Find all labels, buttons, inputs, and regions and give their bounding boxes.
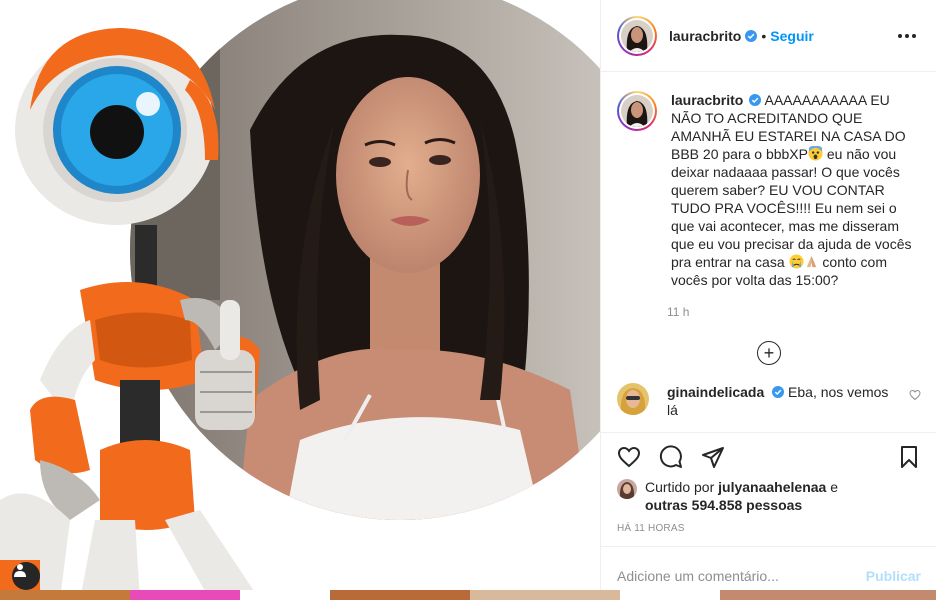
comment-icon[interactable] [659, 444, 683, 469]
verified-badge-icon [749, 94, 762, 106]
liker-username[interactable]: julyanaahelenaa [718, 479, 826, 495]
verified-badge-icon [772, 386, 785, 398]
likes-prefix: Curtido por [645, 479, 715, 495]
praying-hands-emoji-icon [806, 255, 816, 268]
crying-emoji-icon [788, 254, 804, 269]
post-header: lauracbrito • Seguir [601, 0, 936, 72]
likes-count-link[interactable]: outras 594.858 pessoas [645, 497, 802, 513]
comment-text-block: ginaindelicada Eba, nos vemos lá [667, 383, 897, 419]
bookmark-icon[interactable] [897, 445, 921, 469]
author-username[interactable]: lauracbrito [669, 28, 741, 44]
post-image[interactable] [0, 0, 600, 600]
paper-plane-icon[interactable] [701, 445, 725, 469]
post-photo-illustration [0, 0, 600, 600]
commenter-username[interactable]: ginaindelicada [667, 384, 764, 400]
post-actions [601, 432, 936, 480]
caption-avatar-image [621, 95, 653, 127]
caption-timestamp[interactable]: 11 h [667, 305, 936, 319]
separator-dot: • [761, 27, 767, 44]
comments-list[interactable]: lauracbrito AAAAAAAAAAA EU NÃO TO ACREDI… [601, 73, 936, 431]
commenter-avatar[interactable] [617, 383, 649, 415]
caption-body-2: eu não vou deixar nadaaaa passar! O que … [671, 146, 912, 270]
post-caption: lauracbrito AAAAAAAAAAA EU NÃO TO ACREDI… [601, 73, 936, 289]
verified-badge-icon [745, 29, 758, 42]
author-avatar[interactable] [617, 15, 657, 56]
commenter-avatar-image [617, 383, 649, 415]
more-options-icon[interactable] [894, 30, 920, 42]
load-more-comments[interactable]: + [601, 341, 936, 365]
post-time-ago[interactable]: HÁ 11 HORAS [617, 523, 685, 534]
caption-username[interactable]: lauracbrito [671, 92, 743, 108]
likes-joiner: e [830, 479, 839, 495]
add-comment-bar: Publicar [601, 546, 936, 600]
user-tag-button[interactable] [12, 562, 40, 590]
caption-text: lauracbrito AAAAAAAAAAA EU NÃO TO ACREDI… [671, 91, 913, 289]
comment-like-heart-icon[interactable] [909, 389, 921, 401]
likes-text: Curtido por julyanaahelenaa e outras 594… [645, 478, 838, 514]
heart-icon[interactable] [617, 445, 641, 469]
comment-item: ginaindelicada Eba, nos vemos lá [601, 365, 936, 419]
likes-summary: Curtido por julyanaahelenaa e outras 594… [617, 478, 917, 514]
comment-input[interactable] [617, 567, 866, 584]
liker-avatar[interactable] [617, 479, 637, 499]
liker-avatar-image [617, 479, 637, 499]
scream-emoji-icon [808, 146, 823, 161]
follow-button[interactable]: Seguir [770, 28, 814, 44]
user-tag-icon [14, 564, 26, 577]
author-avatar-image [621, 19, 653, 52]
instagram-post-modal: lauracbrito • Seguir lauracbrito AAAAAAA… [0, 0, 936, 600]
caption-avatar[interactable] [617, 91, 657, 131]
plus-circle-icon[interactable]: + [757, 341, 781, 365]
publish-button[interactable]: Publicar [866, 568, 921, 584]
post-details-panel: lauracbrito • Seguir lauracbrito AAAAAAA… [600, 0, 936, 590]
